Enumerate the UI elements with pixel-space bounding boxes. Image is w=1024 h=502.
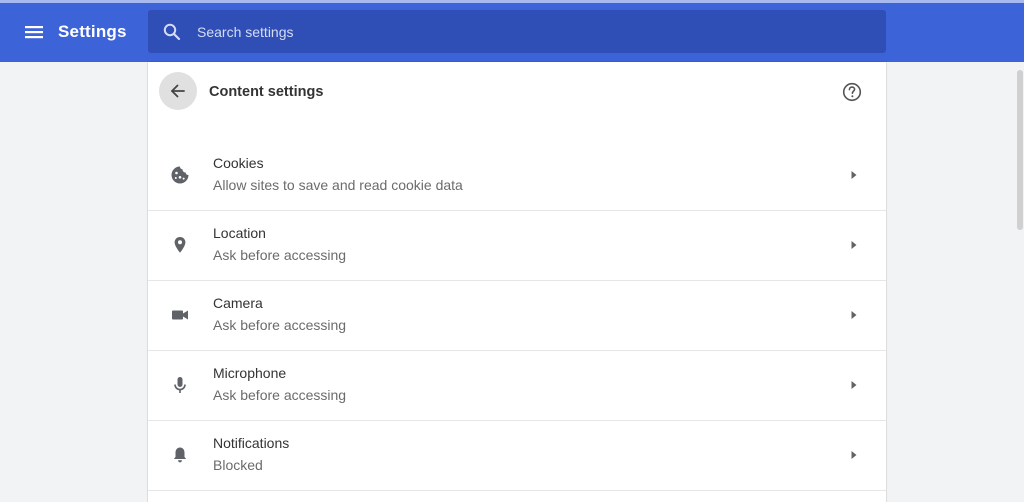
- cookie-icon: [169, 164, 191, 186]
- help-button[interactable]: [841, 81, 863, 103]
- list-item-notifications[interactable]: Notifications Blocked: [148, 421, 886, 491]
- hamburger-menu-icon[interactable]: [22, 20, 46, 44]
- search-icon: [162, 22, 182, 42]
- app-title: Settings: [58, 22, 127, 41]
- top-app-bar: Settings: [0, 0, 1024, 62]
- list-item-subtitle: Ask before accessing: [213, 247, 347, 263]
- list-item-subtitle: Allow sites to save and read cookie data: [213, 177, 463, 193]
- microphone-icon: [169, 374, 191, 396]
- list-item-subtitle: Ask before accessing: [213, 387, 347, 403]
- list-item-cookies[interactable]: Cookies Allow sites to save and read coo…: [148, 141, 886, 211]
- list-item-title: Location: [213, 225, 266, 241]
- list-item-title: Camera: [213, 295, 263, 311]
- list-item-microphone[interactable]: Microphone Ask before accessing: [148, 351, 886, 421]
- page-title: Content settings: [209, 84, 324, 100]
- list-item-title: Notifications: [213, 435, 290, 451]
- chevron-right-icon: [848, 239, 860, 251]
- videocam-icon: [169, 304, 191, 326]
- list-item-title: Microphone: [213, 365, 287, 381]
- list-item-subtitle: Ask before accessing: [213, 317, 347, 333]
- chevron-right-icon: [848, 169, 860, 181]
- search-input[interactable]: [197, 10, 857, 53]
- list-item-title: Cookies: [213, 155, 264, 171]
- location-pin-icon: [169, 234, 191, 256]
- settings-list: Cookies Allow sites to save and read coo…: [148, 141, 886, 491]
- list-item-location[interactable]: Location Ask before accessing: [148, 211, 886, 281]
- list-item-camera[interactable]: Camera Ask before accessing: [148, 281, 886, 351]
- content-settings-card: Content settings Cookies Allow sites to …: [148, 62, 886, 502]
- card-header: Content settings: [148, 62, 886, 122]
- scrollbar[interactable]: [1017, 70, 1023, 230]
- help-circle-icon: [842, 82, 862, 102]
- search-box[interactable]: [148, 10, 886, 53]
- bell-icon: [169, 444, 191, 466]
- chevron-right-icon: [848, 449, 860, 461]
- list-item-subtitle: Blocked: [213, 457, 263, 473]
- back-button[interactable]: [159, 72, 197, 110]
- chevron-right-icon: [848, 379, 860, 391]
- chevron-right-icon: [848, 309, 860, 321]
- arrow-back-icon: [169, 82, 187, 100]
